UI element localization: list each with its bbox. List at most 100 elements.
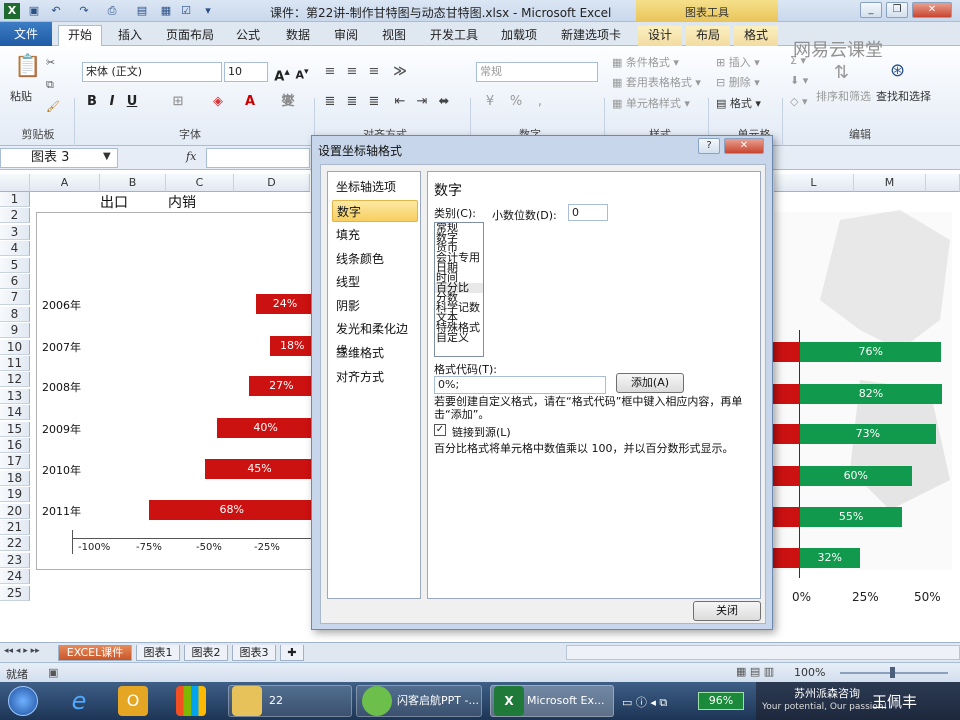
row-header[interactable]: 18 xyxy=(0,470,30,486)
bar-export-right[interactable] xyxy=(772,384,800,404)
tab-developer[interactable]: 开发工具 xyxy=(424,26,484,46)
bar-export[interactable]: 27% xyxy=(248,376,314,396)
row-header[interactable]: 8 xyxy=(0,306,30,322)
row-header[interactable]: 1 xyxy=(0,192,30,207)
row-header[interactable]: 13 xyxy=(0,388,30,404)
merge-icon[interactable]: ⬌ xyxy=(434,92,454,112)
row-header[interactable]: 15 xyxy=(0,421,30,437)
nav-shadow[interactable]: 阴影 xyxy=(332,295,418,317)
bar-domestic[interactable]: 82% xyxy=(800,384,942,404)
bar-export-right[interactable] xyxy=(772,507,800,527)
border-icon[interactable]: ⊞ xyxy=(168,92,188,112)
delete-cells-button[interactable]: ⊟ 删除 ▾ xyxy=(716,74,760,90)
clear-icon[interactable]: ◇ ▾ xyxy=(790,95,807,108)
formula-input[interactable] xyxy=(206,148,310,168)
indent-icon[interactable]: ⇤ xyxy=(390,92,410,112)
sort-filter-icon[interactable]: ⇅ xyxy=(834,62,849,83)
row-header[interactable]: 6 xyxy=(0,274,30,289)
list-item[interactable]: 自定义 xyxy=(435,332,483,343)
insert-cells-button[interactable]: ⊞ 插入 ▾ xyxy=(716,54,760,70)
paste-icon[interactable]: 📋 xyxy=(14,54,41,79)
tab-new[interactable]: 新建选项卡 xyxy=(554,26,628,46)
sort-filter-button[interactable]: 排序和筛选 xyxy=(816,88,871,104)
row-header[interactable]: 9 xyxy=(0,323,30,339)
fill-color-icon[interactable]: ◈ xyxy=(208,92,228,112)
customize-qat-icon[interactable]: ▾ xyxy=(200,3,216,19)
bar-export[interactable]: 45% xyxy=(205,459,314,479)
dialog-close-icon[interactable]: ✕ xyxy=(724,138,764,154)
find-select-button[interactable]: 查找和选择 xyxy=(876,88,931,104)
minimize-button[interactable]: _ xyxy=(860,2,882,18)
phonetic-icon[interactable]: 燮 xyxy=(278,92,298,112)
row-header[interactable]: 24 xyxy=(0,569,30,585)
row-header[interactable]: 17 xyxy=(0,454,30,470)
bar-domestic[interactable]: 32% xyxy=(800,548,860,568)
row-header[interactable]: 12 xyxy=(0,372,30,388)
font-size-select[interactable]: 10 xyxy=(224,62,268,82)
align-center-icon[interactable]: ≣ xyxy=(342,92,362,112)
grow-font-button[interactable]: A▴ xyxy=(272,62,292,84)
start-button-icon[interactable] xyxy=(8,686,38,716)
binoculars-icon[interactable]: ⊛ xyxy=(890,60,905,81)
close-button[interactable]: 关闭 xyxy=(693,601,761,621)
bar-export[interactable]: 68% xyxy=(149,500,314,520)
cell-b1[interactable]: 出口 xyxy=(100,192,128,212)
nav-line-color[interactable]: 线条颜色 xyxy=(332,248,418,270)
shrink-font-button[interactable]: A▾ xyxy=(292,62,312,82)
tab-home[interactable]: 开始 xyxy=(58,25,102,47)
currency-icon[interactable]: ¥ xyxy=(480,92,500,112)
row-header[interactable]: 20 xyxy=(0,503,30,519)
paste-button[interactable]: 粘贴 xyxy=(10,88,32,104)
nav-3d-format[interactable]: 三维格式 xyxy=(332,342,418,364)
nav-alignment[interactable]: 对齐方式 xyxy=(332,366,418,388)
row-header[interactable]: 4 xyxy=(0,241,30,257)
normal-view-icon[interactable]: ▦ ▤ ▥ xyxy=(736,665,774,678)
table-icon[interactable]: ▦ xyxy=(158,3,174,19)
fill-icon[interactable]: ⬇ ▾ xyxy=(790,74,808,87)
bar-export[interactable]: 40% xyxy=(217,418,314,438)
tab-review[interactable]: 审阅 xyxy=(326,26,366,46)
nav-number[interactable]: 数字 xyxy=(332,200,418,222)
tab-file[interactable]: 文件 xyxy=(0,22,52,46)
orientation-icon[interactable]: ≫ xyxy=(390,62,410,82)
align-left-icon[interactable]: ≣ xyxy=(320,92,340,112)
tab-view[interactable]: 视图 xyxy=(374,26,414,46)
tab-addins[interactable]: 加载项 xyxy=(494,26,544,46)
name-box[interactable]: 图表 3 xyxy=(0,148,118,168)
print-icon[interactable]: ⎙ xyxy=(104,3,120,19)
row-header[interactable]: 3 xyxy=(0,224,30,240)
save-icon[interactable]: ▣ xyxy=(26,3,42,19)
format-code-input[interactable]: 0%; xyxy=(434,376,606,394)
close-window-button[interactable]: ✕ xyxy=(912,2,952,18)
undo-icon[interactable]: ↶ xyxy=(48,3,64,19)
column-header[interactable]: A xyxy=(30,174,100,192)
tab-design[interactable]: 设计 xyxy=(638,26,682,46)
restore-button[interactable]: ❐ xyxy=(886,2,908,18)
nav-line-style[interactable]: 线型 xyxy=(332,271,418,293)
format-as-table-button[interactable]: ▦ 套用表格格式 ▾ xyxy=(612,74,701,90)
bold-button[interactable]: B xyxy=(82,92,102,112)
row-header[interactable]: 7 xyxy=(0,290,30,306)
battery-indicator[interactable]: 96% xyxy=(698,692,744,710)
italic-button[interactable]: I xyxy=(102,92,122,112)
outdent-icon[interactable]: ⇥ xyxy=(412,92,432,112)
row-header[interactable]: 10 xyxy=(0,339,30,355)
row-header[interactable]: 22 xyxy=(0,536,30,552)
row-header[interactable]: 21 xyxy=(0,520,30,535)
zoom-level[interactable]: 100% xyxy=(794,666,825,679)
align-top-icon[interactable]: ≡ xyxy=(320,62,340,82)
row-header[interactable]: 19 xyxy=(0,487,30,503)
tray-icons[interactable]: ▭ ⓘ ◂ ⧉ xyxy=(622,694,667,710)
select-all[interactable] xyxy=(0,174,30,192)
sheet-tab-chart1[interactable]: 图表1 xyxy=(136,645,180,661)
bar-domestic[interactable]: 73% xyxy=(800,424,936,444)
bar-domestic[interactable]: 60% xyxy=(800,466,912,486)
bar-export-right[interactable] xyxy=(772,342,800,362)
tab-layout[interactable]: 布局 xyxy=(686,26,730,46)
column-header[interactable]: D xyxy=(234,174,310,192)
conditional-format-button[interactable]: ▦ 条件格式 ▾ xyxy=(612,54,679,70)
horizontal-scrollbar[interactable] xyxy=(566,645,960,660)
tab-data[interactable]: 数据 xyxy=(278,26,318,46)
percent-icon[interactable]: % xyxy=(506,92,526,112)
add-button[interactable]: 添加(A) xyxy=(616,373,684,393)
